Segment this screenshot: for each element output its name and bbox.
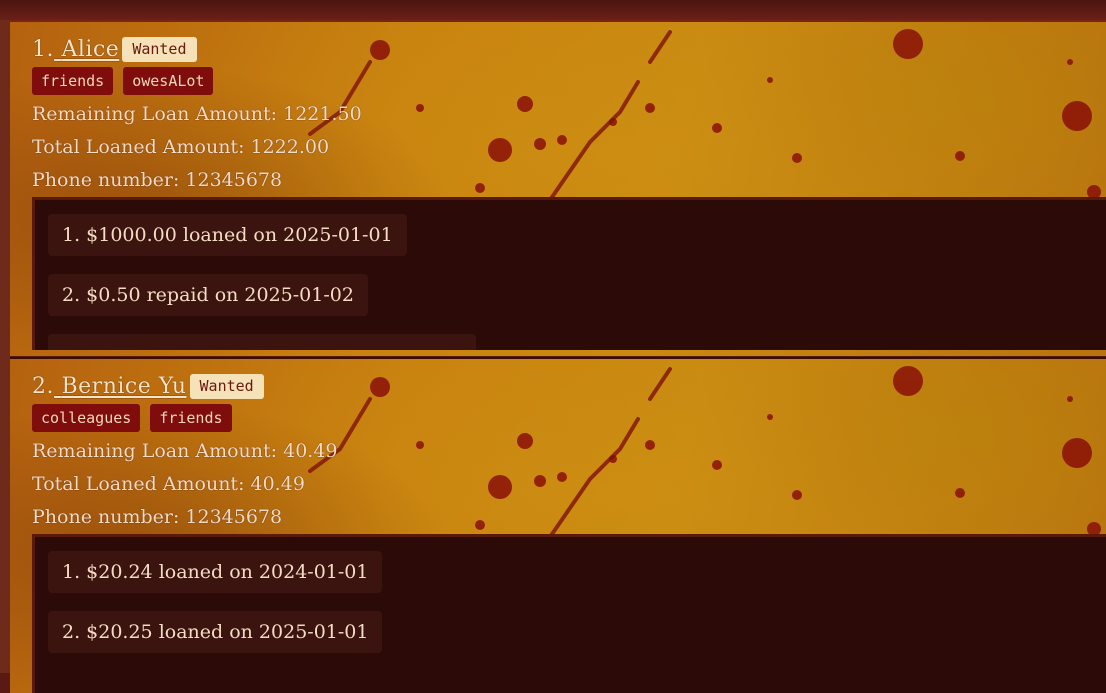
loan-list[interactable]: 1. $20.24 loaned on 2024-01-01 2. $20.25… xyxy=(32,534,1106,693)
person-index: 2. xyxy=(32,373,54,399)
person-index: 1. xyxy=(32,36,54,62)
remaining-loan-amount: Remaining Loan Amount: 40.49 xyxy=(32,440,338,462)
wanted-badge: Wanted xyxy=(189,373,264,399)
tag: colleagues xyxy=(32,404,141,432)
wanted-badge: Wanted xyxy=(122,36,197,62)
tag: friends xyxy=(32,67,114,95)
top-bar xyxy=(0,0,1106,22)
phone-number: Phone number: 12345678 xyxy=(32,169,283,191)
phone-number: Phone number: 12345678 xyxy=(32,506,283,528)
title-row: 2. Bernice Yu Wanted xyxy=(32,371,264,401)
loan-item-partial[interactable] xyxy=(48,334,476,350)
left-gutter xyxy=(0,20,10,673)
total-loaned-amount: Total Loaned Amount: 1222.00 xyxy=(32,136,330,158)
person-card[interactable]: 1. Alice Wanted friends owesALot Remaini… xyxy=(10,22,1106,356)
person-name[interactable]: 1. Alice xyxy=(32,37,119,62)
loan-list[interactable]: 1. $1000.00 loaned on 2025-01-01 2. $0.5… xyxy=(32,197,1106,350)
tag-list: colleagues friends xyxy=(32,404,232,432)
person-name-text: Bernice Yu xyxy=(61,373,187,399)
total-loaned-amount: Total Loaned Amount: 40.49 xyxy=(32,473,305,495)
person-name-text: Alice xyxy=(61,36,120,62)
title-row: 1. Alice Wanted xyxy=(32,34,197,64)
tag: owesALot xyxy=(123,67,214,95)
loan-item[interactable]: 1. $20.24 loaned on 2024-01-01 xyxy=(48,551,383,593)
loan-item[interactable]: 1. $1000.00 loaned on 2025-01-01 xyxy=(48,214,407,256)
remaining-loan-amount: Remaining Loan Amount: 1221.50 xyxy=(32,103,362,125)
tag-list: friends owesALot xyxy=(32,67,214,95)
person-card[interactable]: 2. Bernice Yu Wanted colleagues friends … xyxy=(10,357,1106,693)
person-name[interactable]: 2. Bernice Yu xyxy=(32,374,187,399)
loan-item[interactable]: 2. $20.25 loaned on 2025-01-01 xyxy=(48,611,383,653)
loan-item[interactable]: 2. $0.50 repaid on 2025-01-02 xyxy=(48,274,368,316)
tag: friends xyxy=(150,404,232,432)
